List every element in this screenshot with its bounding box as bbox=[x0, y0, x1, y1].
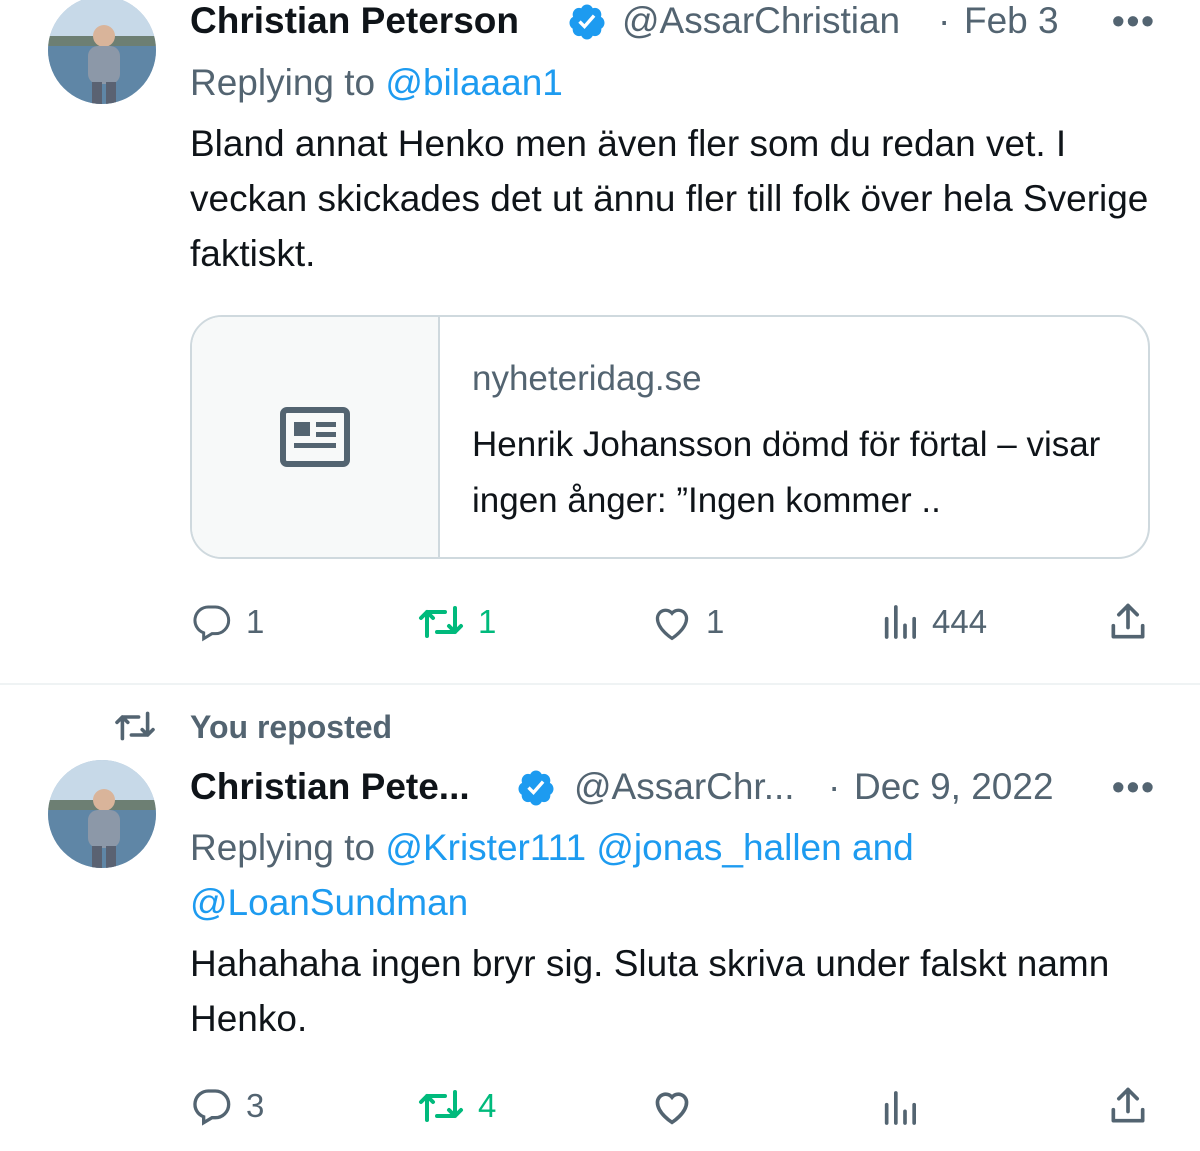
tweet-text: Hahahaha ingen bryr sig. Sluta skriva un… bbox=[190, 943, 1110, 1039]
reply-button[interactable]: 1 bbox=[190, 602, 264, 642]
verified-badge-icon[interactable] bbox=[516, 768, 556, 808]
views-button[interactable]: 444 bbox=[880, 602, 987, 642]
share-icon bbox=[1111, 603, 1145, 639]
tweet-text: Bland annat Henko men även fler som du r… bbox=[190, 123, 1149, 274]
avatar[interactable] bbox=[48, 0, 156, 104]
repost-button[interactable]: 1 bbox=[416, 602, 496, 642]
avatar-image bbox=[48, 760, 156, 868]
like-count: 1 bbox=[706, 603, 725, 640]
card-title: Henrik Johansson dömd för förtal – visar… bbox=[472, 425, 1101, 520]
share-button[interactable] bbox=[1106, 600, 1162, 644]
views-count: 444 bbox=[932, 603, 988, 640]
mention-link[interactable]: @bilaaan1 bbox=[385, 62, 562, 103]
replying-to: Replying to @bilaaan1 bbox=[190, 62, 563, 104]
mention-link[interactable]: @LoanSundman bbox=[190, 882, 468, 924]
author-handle[interactable]: @AssarChr... bbox=[574, 766, 795, 808]
verified-badge-icon[interactable] bbox=[567, 2, 607, 42]
like-icon bbox=[655, 1092, 689, 1125]
repost-icon bbox=[419, 606, 463, 638]
repost-indicator-icon bbox=[115, 711, 155, 741]
reply-icon bbox=[193, 1089, 231, 1126]
more-icon[interactable]: ••• bbox=[1112, 0, 1156, 42]
tweet-date[interactable]: Dec 9, 2022 bbox=[854, 766, 1054, 808]
repost-count: 1 bbox=[478, 603, 497, 640]
card-thumbnail bbox=[192, 317, 440, 557]
views-button[interactable] bbox=[880, 1088, 932, 1128]
reply-button[interactable]: 3 bbox=[190, 1086, 264, 1126]
repost-button[interactable]: 4 bbox=[416, 1086, 496, 1126]
reply-count: 3 bbox=[246, 1087, 265, 1124]
repost-icon bbox=[419, 1090, 463, 1122]
news-article-icon bbox=[280, 407, 350, 467]
like-icon bbox=[655, 608, 689, 641]
avatar[interactable] bbox=[48, 760, 156, 868]
tweet-divider bbox=[0, 683, 1200, 685]
separator-dot: · bbox=[828, 766, 841, 807]
more-icon[interactable]: ••• bbox=[1112, 766, 1156, 808]
card-domain: nyheteridag.se bbox=[472, 359, 702, 398]
tweet-date[interactable]: Feb 3 bbox=[964, 0, 1059, 42]
views-icon bbox=[884, 605, 916, 639]
reply-count: 1 bbox=[246, 603, 265, 640]
mention-links[interactable]: @Krister111 @jonas_hallen and bbox=[385, 827, 913, 868]
like-button[interactable] bbox=[650, 1086, 706, 1126]
repost-label[interactable]: You reposted bbox=[190, 709, 392, 746]
avatar-image bbox=[48, 0, 156, 104]
author-name[interactable]: Christian Pete... bbox=[190, 766, 470, 808]
reply-icon bbox=[193, 605, 231, 642]
like-button[interactable]: 1 bbox=[650, 602, 724, 642]
share-icon bbox=[1111, 1087, 1145, 1123]
replying-to: Replying to @Krister111 @jonas_hallen an… bbox=[190, 827, 914, 869]
separator-dot: · bbox=[938, 0, 951, 41]
link-card[interactable]: nyheteridag.se Henrik Johansson dömd för… bbox=[190, 315, 1150, 559]
share-button[interactable] bbox=[1106, 1084, 1162, 1128]
author-handle[interactable]: @AssarChristian bbox=[622, 0, 900, 42]
author-name[interactable]: Christian Peterson bbox=[190, 0, 519, 42]
replying-prefix: Replying to bbox=[190, 62, 376, 103]
repost-count: 4 bbox=[478, 1087, 497, 1124]
replying-prefix: Replying to bbox=[190, 827, 376, 868]
views-icon bbox=[884, 1091, 916, 1125]
